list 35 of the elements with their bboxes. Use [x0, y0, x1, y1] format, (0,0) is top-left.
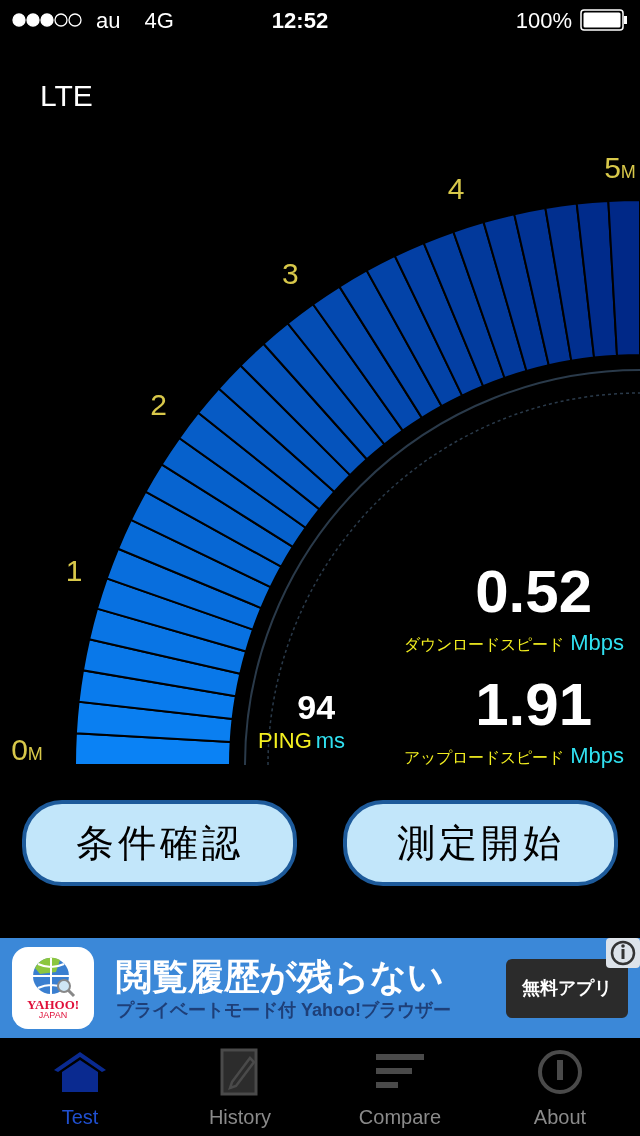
scale-label: 3 [281, 256, 299, 290]
scale-label: 2 [150, 388, 167, 422]
logo-text: YAHOO! [26, 998, 80, 1011]
logo-subtext: JAPAN [38, 1011, 68, 1020]
tab-item[interactable]: History [160, 1038, 320, 1136]
ping-label: PING [258, 730, 312, 752]
scale-label: 1 [65, 554, 83, 588]
network-indicator: 4G [144, 6, 174, 35]
ad-cta-button[interactable]: 無料アプリ [506, 958, 628, 1018]
network-type-label: LTE [40, 77, 93, 114]
battery-percent: 100% [515, 6, 572, 35]
battery-icon [580, 9, 628, 31]
ad-title: 閲覧履歴が残らない [116, 955, 445, 1000]
speed-unit: Mbps [570, 629, 624, 657]
speed-value: 0.52 [475, 562, 592, 622]
speed-label: ダウンロードスピード [404, 635, 565, 655]
ping-value: 94 [297, 690, 336, 724]
ad-subtitle: プライベートモード付 Yahoo!ブラウザー [116, 999, 451, 1022]
ping-unit: ms [315, 730, 346, 752]
status-time: 12:52 [271, 6, 329, 35]
tab-item[interactable]: About [480, 1038, 640, 1136]
speed-unit: Mbps [570, 742, 624, 770]
ad-banner[interactable]: YAHOO! JAPAN 閲覧履歴が残らない プライベートモード付 Yahoo!ブラウザー 無料アプリ [0, 938, 640, 1038]
tab-item[interactable]: Compare [320, 1038, 480, 1136]
speed-value: 1.91 [475, 675, 592, 735]
speed-label: アップロードスピード [404, 748, 565, 768]
scale-label: 5M [604, 151, 636, 184]
scale-label: 4 [447, 172, 465, 206]
action-button[interactable]: 測定開始 [343, 800, 618, 886]
carrier-name: au [96, 6, 121, 35]
info-icon[interactable] [606, 938, 640, 968]
scale-label: 0M [11, 733, 43, 766]
globe-icon [30, 956, 76, 998]
signal-icon [12, 13, 82, 27]
action-button[interactable]: 条件確認 [22, 800, 297, 886]
